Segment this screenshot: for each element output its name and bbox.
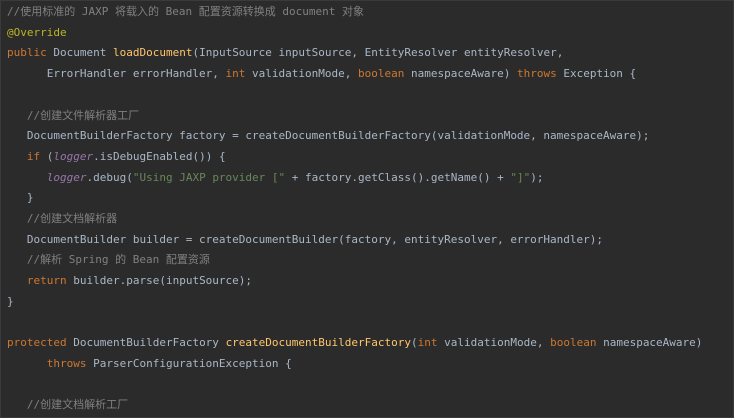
- code-token-keyword: return: [7, 274, 74, 288]
- code-token-keyword: int: [225, 67, 253, 81]
- code-line: }: [7, 188, 34, 208]
- code-token-plain: }: [7, 294, 14, 308]
- code-token-plain: );: [530, 170, 544, 184]
- code-token-plain: DocumentBuilderFactory: [73, 336, 226, 350]
- code-token-comment: //创建文档解析器: [7, 212, 118, 225]
- code-token-keyword: throws: [516, 67, 564, 81]
- code-line: //解析 Spring 的 Bean 配置资源: [7, 250, 210, 270]
- code-token-string: "]": [510, 170, 531, 184]
- code-token-plain: validationMode,: [252, 67, 359, 81]
- code-token-comment: //创建文件解析器工厂: [7, 108, 140, 122]
- code-token-plain: DocumentBuilder builder = createDocument…: [7, 232, 604, 246]
- code-line: return builder.parse(inputSource);: [7, 271, 252, 291]
- code-line: DocumentBuilderFactory factory = createD…: [7, 126, 650, 146]
- code-token-plain: }: [7, 191, 34, 205]
- code-token-plain: Exception {: [563, 67, 637, 81]
- code-token-keyword: boolean: [358, 67, 411, 81]
- code-token-comment: //使用标准的 JAXP 将载入的 Bean 配置资源转换成 document …: [7, 5, 364, 18]
- code-token-plain: .debug(: [86, 170, 133, 184]
- code-token-keyword: throws: [7, 356, 94, 370]
- code-line: //创建文档解析工厂: [7, 395, 128, 415]
- code-line: @Override: [7, 23, 67, 43]
- code-line: throws ParserConfigurationException {: [7, 354, 292, 374]
- code-line: public Document loadDocument(InputSource…: [7, 43, 563, 63]
- code-token-method: loadDocument: [112, 46, 193, 60]
- code-token-method: createDocumentBuilderFactory: [225, 336, 411, 350]
- code-line: }: [7, 292, 14, 312]
- code-token-keyword: public: [7, 46, 54, 60]
- code-line: ErrorHandler errorHandler, int validatio…: [7, 64, 636, 84]
- code-token-plain: DocumentBuilderFactory factory = createD…: [7, 129, 650, 143]
- code-token-keyword: int: [417, 336, 445, 350]
- code-line: //使用标准的 JAXP 将载入的 Bean 配置资源转换成 document …: [7, 2, 364, 22]
- code-token-keyword: boolean: [550, 336, 604, 350]
- code-token-plain: + factory.getClass().getName() +: [285, 170, 511, 184]
- code-token-plain: builder.parse(inputSource);: [73, 274, 253, 288]
- code-line: protected DocumentBuilderFactory createD…: [7, 333, 702, 353]
- code-token-comment: //创建文档解析工厂: [7, 398, 129, 412]
- code-token-string: "Using JAXP provider [": [132, 170, 286, 184]
- code-line: logger.debug("Using JAXP provider [" + f…: [7, 168, 544, 188]
- code-token-plain: .isDebugEnabled()) {: [93, 149, 226, 163]
- code-token-comment: //解析 Spring 的 Bean 配置资源: [7, 253, 210, 267]
- code-line: if (logger.isDebugEnabled()) {: [7, 147, 226, 167]
- code-token-plain: namespaceAware): [603, 336, 703, 350]
- code-token-plain: ParserConfigurationException {: [93, 356, 292, 370]
- code-line: //创建文件解析器工厂: [7, 106, 139, 126]
- code-token-plain: (: [411, 336, 418, 350]
- code-token-plain: Document: [53, 46, 113, 60]
- code-token-plain: namespaceAware): [411, 67, 517, 81]
- code-token-keyword: protected: [7, 336, 74, 350]
- code-line: DocumentBuilder builder = createDocument…: [7, 230, 603, 250]
- code-token-annotation: @Override: [7, 25, 67, 39]
- code-token-plain: (InputSource inputSource, EntityResolver…: [192, 46, 564, 60]
- code-editor[interactable]: //使用标准的 JAXP 将载入的 Bean 配置资源转换成 document …: [0, 0, 734, 418]
- code-token-field: logger: [53, 149, 94, 163]
- code-token-plain: ErrorHandler errorHandler,: [7, 67, 226, 81]
- code-token-plain: validationMode,: [444, 336, 551, 350]
- code-token-keyword: if: [7, 149, 47, 163]
- code-line: //创建文档解析器: [7, 209, 117, 229]
- code-token-field: logger: [7, 170, 87, 184]
